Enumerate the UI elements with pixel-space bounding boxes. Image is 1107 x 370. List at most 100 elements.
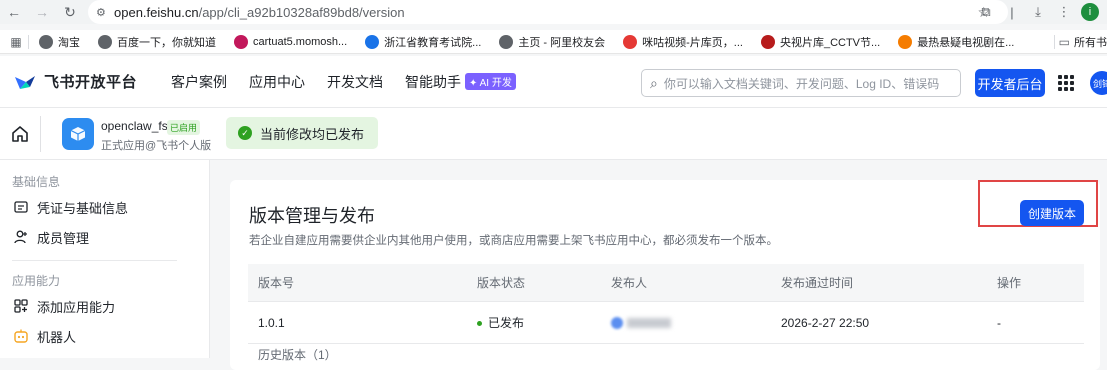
url-host: open.feishu.cn (114, 4, 199, 20)
column-version: 版本号 (258, 276, 295, 290)
bookmark-separator (1053, 35, 1055, 49)
check-circle-icon: ✓ (238, 126, 252, 140)
bookmark-item[interactable]: 主页 - 阿里校友会 (493, 34, 605, 50)
bookmark-favicon-icon (98, 34, 112, 49)
url-path: /app/cli_a92b10328af89bd8/version (198, 4, 405, 20)
sidebar-item-credentials[interactable]: 凭证与基础信息 (0, 192, 209, 222)
member-icon (14, 230, 27, 244)
back-icon[interactable]: ← (0, 0, 28, 24)
ai-dev-badge: ✦ AI 开发 (465, 73, 516, 90)
row-action: - (997, 315, 1001, 330)
home-icon[interactable] (10, 124, 30, 144)
bookmark-label: 主页 - 阿里校友会 (518, 36, 606, 49)
status-dot-icon (477, 321, 482, 327)
bookmarks-bar: ▦ 淘宝 百度一下，你就知道 cartuat5.momosh... 浙江省教育考试院.… (0, 30, 1107, 54)
app-grid-icon[interactable] (1058, 75, 1074, 91)
bookmark-item[interactable]: 淘宝 (33, 34, 80, 50)
app-icon (62, 118, 94, 150)
sidebar: 基础信息 凭证与基础信息 成员管理 应用能力 添加应用能力 机器人 (0, 160, 210, 358)
publisher-avatar (611, 316, 623, 329)
forward-icon[interactable]: → (28, 0, 56, 24)
menu-icon[interactable]: ⋮ (1051, 4, 1077, 20)
nav-dev-docs[interactable]: 开发文档 (327, 72, 383, 92)
bookmark-item[interactable]: 浙江省教育考试院... (359, 34, 481, 50)
brand-name: 飞书开放平台 (44, 74, 138, 91)
history-versions-toggle[interactable]: 历史版本（1） (248, 344, 1084, 364)
address-bar[interactable]: ⚙ open.feishu.cn/app/cli_a92b10328af89bd… (88, 0, 1008, 24)
nav-customer-cases[interactable]: 客户案例 (171, 72, 227, 92)
feishu-logo[interactable]: 飞书开放平台 (14, 71, 137, 92)
reload-icon[interactable]: ↻ (56, 0, 84, 24)
user-avatar[interactable]: 剑锋 (1090, 71, 1107, 95)
divider: | (1010, 4, 1014, 20)
sidebar-item-label: 凭证与基础信息 (37, 200, 129, 216)
column-actions: 操作 (997, 276, 1022, 290)
version-management-card: 版本管理与发布 若企业自建应用需要供企业内其他用户使用，或商店应用需要上架飞书应… (230, 180, 1100, 370)
search-input[interactable]: ⌕ 你可以输入文档关键词、开发问题、Log ID、错误码 (641, 69, 961, 97)
bookmark-item[interactable]: 央视片库_CCTV节... (755, 34, 880, 50)
browser-toolbar: ← → ↻ ⚙ open.feishu.cn/app/cli_a92b10328… (0, 0, 1107, 24)
create-version-button[interactable]: 创建版本 (1020, 200, 1084, 226)
add-capability-icon (14, 299, 28, 313)
bookmark-favicon-icon (760, 34, 775, 49)
site-settings-icon[interactable]: ⚙ (96, 6, 114, 19)
app-name: openclaw_fs (101, 119, 168, 133)
nav-ai-assistant-label: 智能助手 (405, 73, 462, 90)
nav-app-center[interactable]: 应用中心 (249, 72, 305, 92)
bookmark-label: 最热悬疑电视剧在... (917, 36, 1015, 49)
search-icon: ⌕ (650, 74, 658, 91)
version-table: 版本号 版本状态 发布人 发布通过时间 操作 1.0.1 已发布 2026-2-… (248, 264, 1084, 364)
publish-time: 2026-2-27 22:50 (781, 315, 870, 330)
download-icon[interactable]: ⤓ (1025, 4, 1051, 20)
profile-avatar[interactable]: i (1081, 3, 1099, 21)
bookmark-favicon-icon (499, 34, 514, 49)
bookmark-item[interactable]: cartuat5.momosh... (228, 34, 348, 49)
all-bookmarks-label: 所有书 (1074, 37, 1107, 49)
publisher-name-redacted (627, 317, 671, 328)
app-type: 正式应用@飞书个人版 (101, 140, 212, 152)
bookmark-favicon-icon (898, 34, 913, 49)
apps-icon[interactable]: ▦ (4, 35, 28, 49)
bookmark-item[interactable]: 百度一下，你就知道 (92, 34, 216, 50)
version-status: 已发布 (477, 314, 611, 331)
publish-state-banner: ✓ 当前修改均已发布 (226, 117, 379, 149)
extensions-icon[interactable]: ⧉ (973, 4, 999, 20)
all-bookmarks[interactable]: ▭ 所有书 (1047, 30, 1107, 53)
bookmark-favicon-icon (39, 34, 53, 49)
bookmark-label: 央视片库_CCTV节... (779, 36, 881, 49)
developer-console-button[interactable]: 开发者后台 (975, 69, 1045, 97)
bookmark-label: 咪咕视频-片库页，... (642, 36, 743, 49)
bookmark-label: cartuat5.momosh... (253, 35, 348, 48)
top-nav: 客户案例 应用中心 开发文档 智能助手 ✦ AI 开发 (171, 72, 538, 92)
publisher (611, 316, 781, 329)
sidebar-item-add-capability[interactable]: 添加应用能力 (0, 291, 209, 321)
publish-state-text: 当前修改均已发布 (260, 126, 365, 142)
search-placeholder: 你可以输入文档关键词、开发问题、Log ID、错误码 (663, 76, 940, 91)
sidebar-item-label: 添加应用能力 (37, 299, 116, 315)
bookmark-item[interactable]: 咪咕视频-片库页，... (617, 34, 743, 50)
folder-icon: ▭ (1058, 35, 1070, 49)
feishu-logo-icon (15, 75, 35, 89)
sidebar-divider (12, 260, 177, 261)
sidebar-item-members[interactable]: 成员管理 (0, 222, 209, 252)
sidebar-item-label: 成员管理 (37, 230, 90, 246)
sidebar-item-label: 机器人 (37, 329, 77, 345)
version-number: 1.0.1 (258, 315, 285, 330)
sidebar-item-robot[interactable]: 机器人 (0, 321, 209, 351)
bookmark-label: 淘宝 (58, 36, 80, 49)
publisher-redacted (611, 316, 781, 329)
bookmark-separator (28, 34, 29, 49)
bookmark-item[interactable]: 最热悬疑电视剧在... (892, 34, 1014, 50)
credential-icon (14, 201, 28, 213)
cube-icon (70, 127, 86, 141)
app-status-badge: 已启用 (167, 120, 201, 135)
version-status-text: 已发布 (488, 316, 525, 330)
divider (40, 116, 41, 152)
column-publisher: 发布人 (611, 276, 648, 290)
sidebar-section-app-capabilities: 应用能力 (12, 273, 61, 288)
app-header: 飞书开放平台 客户案例 应用中心 开发文档 智能助手 ✦ AI 开发 ⌕ 你可以… (0, 56, 1107, 108)
nav-ai-assistant[interactable]: 智能助手 ✦ AI 开发 (405, 72, 516, 92)
table-row[interactable]: 1.0.1 已发布 2026-2-27 22:50 - (248, 302, 1084, 344)
table-header: 版本号 版本状态 发布人 发布通过时间 操作 (248, 264, 1084, 302)
page-description: 若企业自建应用需要供企业内其他用户使用，或商店应用需要上架飞书应用中心，都必须发… (249, 235, 778, 247)
